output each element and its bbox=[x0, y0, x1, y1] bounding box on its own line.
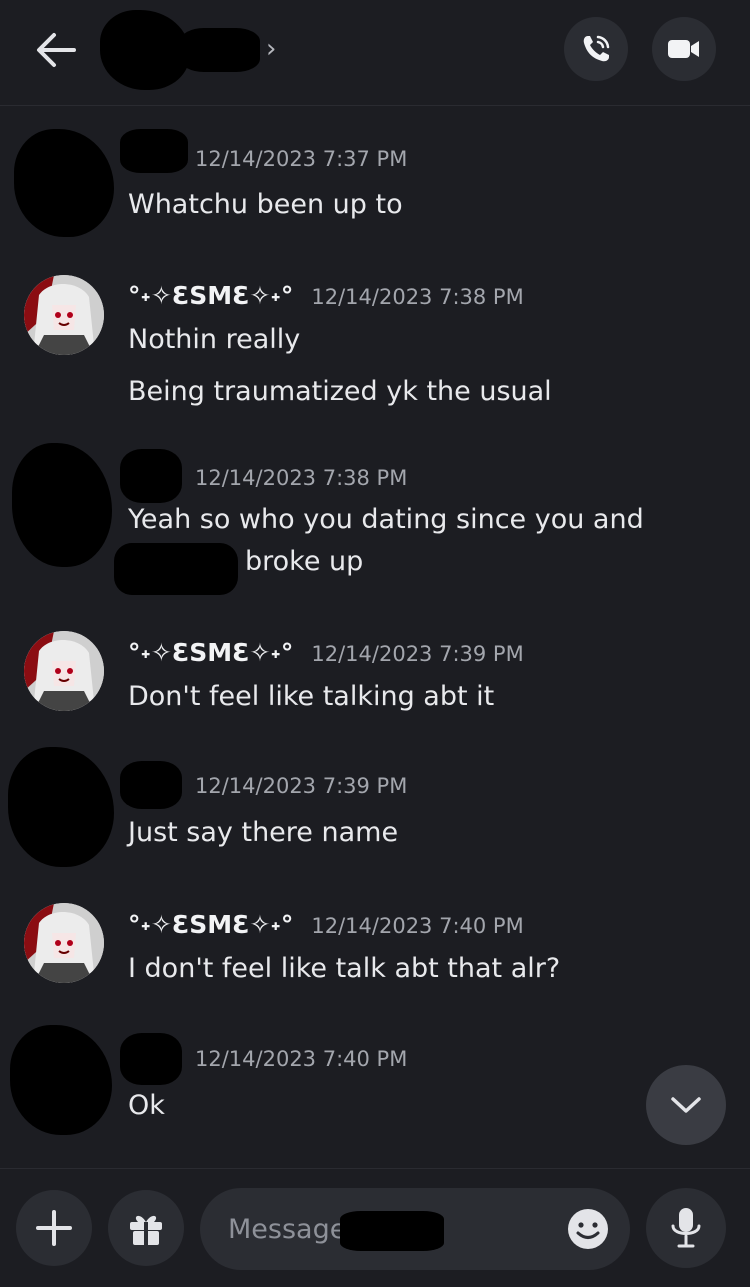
emoji-button[interactable] bbox=[566, 1207, 610, 1251]
anime-avatar-image bbox=[24, 903, 104, 983]
message-text: Being traumatized yk the usual bbox=[128, 376, 552, 407]
avatar[interactable] bbox=[24, 275, 104, 355]
timestamp: 12/14/2023 7:38 PM bbox=[195, 466, 408, 490]
message-text: broke up bbox=[245, 546, 364, 577]
message-list[interactable]: 12/14/2023 7:37 PM Whatchu been up to °˖… bbox=[0, 107, 750, 1167]
message-text: Don't feel like talking abt it bbox=[128, 681, 495, 712]
avatar[interactable] bbox=[24, 903, 104, 983]
back-button[interactable] bbox=[34, 30, 78, 70]
redacted-avatar bbox=[10, 1025, 112, 1135]
timestamp: 12/14/2023 7:40 PM bbox=[195, 1047, 408, 1071]
add-attachment-button[interactable] bbox=[16, 1190, 92, 1266]
timestamp: 12/14/2023 7:39 PM bbox=[311, 642, 524, 666]
message-text: Ok bbox=[128, 1090, 165, 1121]
timestamp: 12/14/2023 7:40 PM bbox=[311, 914, 524, 938]
redacted-channel-name bbox=[340, 1211, 444, 1251]
timestamp: 12/14/2023 7:38 PM bbox=[311, 285, 524, 309]
voice-call-button[interactable] bbox=[564, 17, 628, 81]
video-camera-icon bbox=[668, 40, 699, 58]
phone-call-icon bbox=[583, 35, 610, 62]
redacted-avatar bbox=[100, 10, 190, 90]
timestamp: 12/14/2023 7:39 PM bbox=[195, 774, 408, 798]
redacted-avatar bbox=[14, 129, 114, 237]
avatar[interactable] bbox=[24, 631, 104, 711]
anime-avatar-image bbox=[24, 631, 104, 711]
anime-avatar-image bbox=[24, 275, 104, 355]
chevron-down-icon bbox=[671, 1097, 701, 1113]
message-text: I don't feel like talk abt that alr? bbox=[128, 953, 561, 984]
gift-button[interactable] bbox=[108, 1190, 184, 1266]
message-text: Yeah so who you dating since you and bbox=[128, 504, 644, 535]
gift-icon bbox=[130, 1215, 162, 1245]
username[interactable]: °˖✧ƐSMƐ✧˖° bbox=[128, 910, 293, 939]
chat-header: › bbox=[0, 0, 750, 106]
plus-icon bbox=[36, 1210, 72, 1246]
arrow-left-icon bbox=[37, 33, 76, 67]
username[interactable]: °˖✧ƐSMƐ✧˖° bbox=[128, 638, 293, 667]
message-text: Just say there name bbox=[128, 817, 399, 848]
video-call-button[interactable] bbox=[652, 17, 716, 81]
smiley-icon bbox=[568, 1209, 608, 1249]
message-text: Whatchu been up to bbox=[128, 189, 403, 220]
redacted-avatar bbox=[8, 747, 114, 867]
redacted-channel-name[interactable] bbox=[180, 28, 260, 72]
jump-to-bottom-button[interactable] bbox=[646, 1065, 726, 1145]
chevron-right-icon[interactable]: › bbox=[266, 34, 276, 64]
microphone-icon bbox=[671, 1208, 701, 1248]
message-text: Nothin really bbox=[128, 324, 301, 355]
username[interactable]: °˖✧ƐSMƐ✧˖° bbox=[128, 281, 293, 310]
redacted-avatar bbox=[12, 443, 112, 567]
message-composer bbox=[0, 1168, 750, 1287]
redacted-name bbox=[114, 543, 238, 595]
timestamp: 12/14/2023 7:37 PM bbox=[195, 147, 408, 171]
voice-message-button[interactable] bbox=[646, 1188, 726, 1268]
